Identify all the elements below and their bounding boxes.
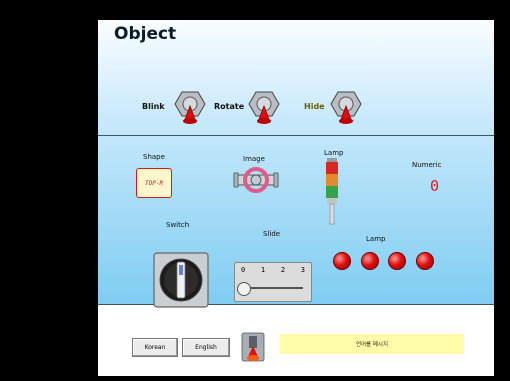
shape-object[interactable]: TOP-R — [136, 168, 172, 198]
slider-tick: 3 — [300, 266, 305, 274]
lamp-indicator — [361, 252, 379, 270]
divider-top — [98, 135, 494, 136]
page-title: Object — [114, 24, 177, 44]
korean-button[interactable]: Korean — [132, 338, 178, 357]
image-label: Image — [243, 155, 265, 163]
slider-tick: 0 — [241, 266, 246, 274]
slider-control[interactable]: 0 1 2 3 — [234, 262, 312, 302]
switch-label: Switch — [166, 221, 190, 229]
numeric-value: 0 — [430, 177, 440, 195]
blink-label: Blink — [142, 102, 165, 111]
rotate-label: Rotate — [214, 102, 245, 111]
lamp-row-label: Lamp — [366, 235, 386, 243]
lamp-indicator — [333, 252, 351, 270]
lamp-indicator — [416, 252, 434, 270]
hide-label: Hide — [304, 102, 325, 111]
numeric-label: Numeric — [412, 161, 442, 169]
lamp-tower-label: Lamp — [324, 149, 344, 157]
lamp-indicator — [388, 252, 406, 270]
blink-toggle-switch[interactable] — [174, 90, 206, 124]
shape-label: Shape — [143, 153, 165, 161]
slider-thumb[interactable] — [237, 282, 251, 296]
hmi-panel: Object Blink Rotate Hide Shape TOP-R Ima… — [98, 20, 494, 376]
rotate-toggle-switch[interactable] — [248, 90, 280, 124]
bottom-toggle-switch[interactable] — [241, 332, 265, 362]
message-text: 언어를 메시지 — [355, 342, 389, 348]
selector-switch[interactable] — [153, 252, 209, 308]
hide-toggle-switch[interactable] — [330, 90, 362, 124]
slider-track — [243, 287, 303, 289]
tower-lamp — [325, 158, 339, 226]
slider-tick: 2 — [280, 266, 286, 274]
english-button[interactable]: English — [182, 338, 230, 357]
slider-ticks: 0 1 2 3 — [241, 266, 305, 274]
pipe-valve-image — [232, 164, 280, 196]
shape-text: TOP-R — [144, 179, 164, 187]
message-display: 언어를 메시지 — [280, 334, 464, 354]
slide-label: Slide — [263, 230, 281, 238]
slider-tick: 1 — [260, 266, 266, 274]
